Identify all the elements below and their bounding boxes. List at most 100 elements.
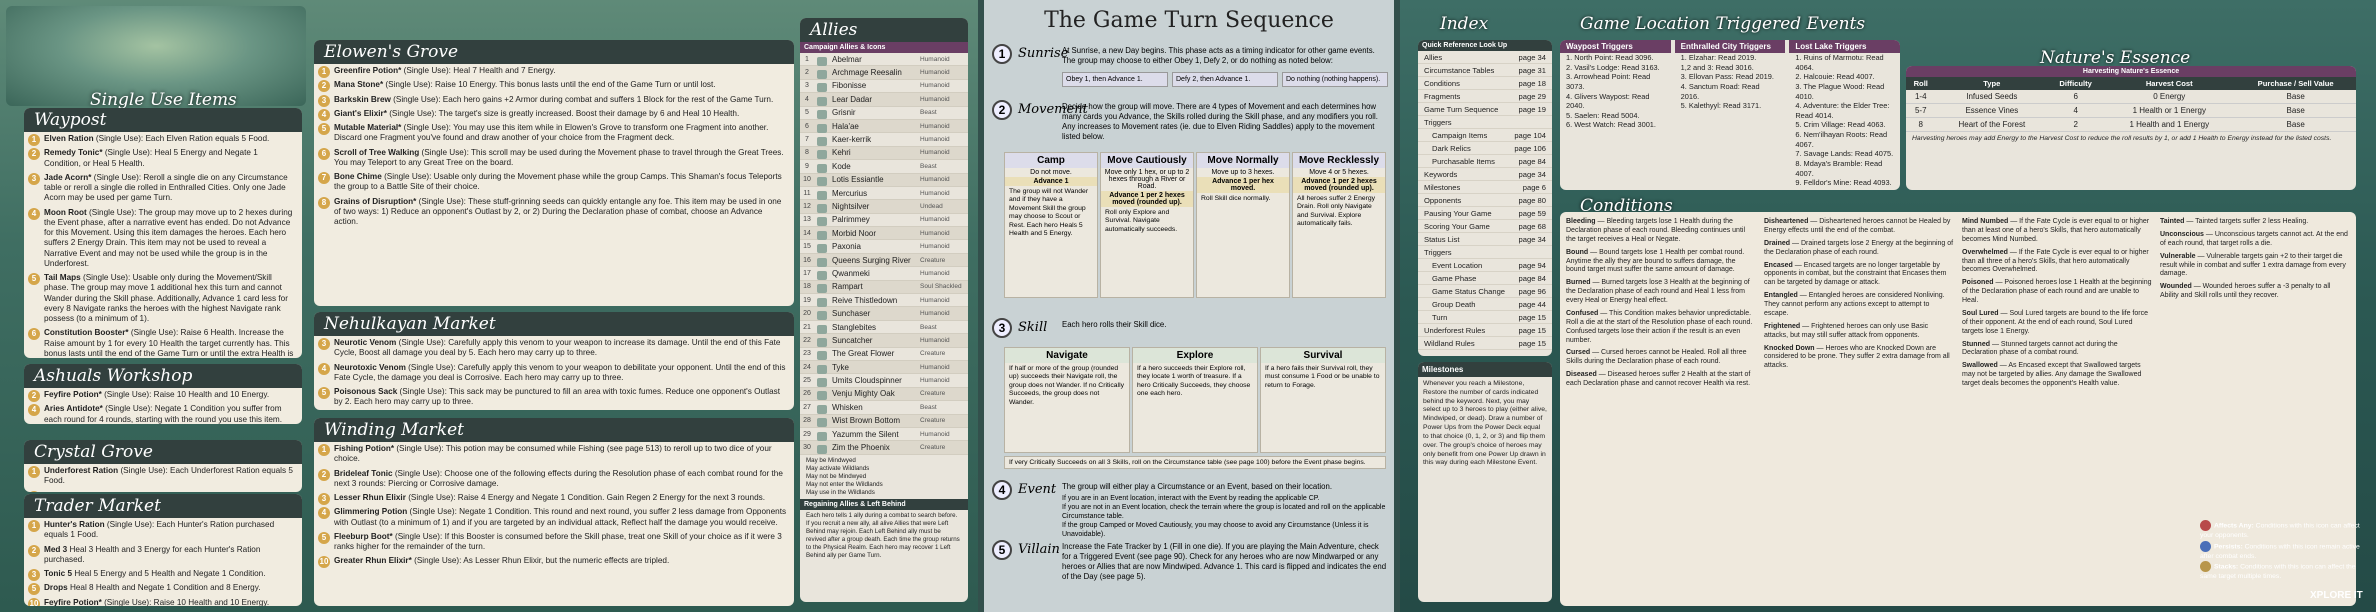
ally-row: 26 Venju Mighty Oak Creature xyxy=(800,387,968,402)
index-page: page 44 xyxy=(1518,299,1546,309)
essence-table: Roll Type Difficulty Harvest Cost Purchase /… xyxy=(1906,77,2356,132)
index-entry[interactable]: Turn page 15 xyxy=(1418,311,1552,324)
ally-legend-item: May activate Wildlands xyxy=(806,464,870,472)
condition-entry: Soul Lured — Soul Lured targets are boun… xyxy=(1962,309,2148,335)
option-obey: Obey 1, then Advance 1. xyxy=(1062,72,1168,87)
index-entry[interactable]: Triggers xyxy=(1418,246,1552,259)
waypost-title: Waypost xyxy=(24,108,302,132)
ally-name: Kode xyxy=(814,162,920,173)
item-text: Heal 8 Health and Negate 1 Condition and… xyxy=(69,583,261,593)
ally-row: 9 Kode Beast xyxy=(800,160,968,174)
essence-row: 5-7 Essence Vines 4 1 Health or 1 Energy Bas… xyxy=(1906,103,2356,118)
condition-name: Confused xyxy=(1566,309,1599,317)
index-label: Pausing Your Game xyxy=(1424,208,1492,218)
index-entry[interactable]: Opponents page 80 xyxy=(1418,194,1552,207)
option-defy: Defy 2, then Advance 1. xyxy=(1172,72,1278,87)
crystal-items: 1 Underforest Ration (Single Use): Each U… xyxy=(24,464,302,492)
index-entry[interactable]: Allies page 34 xyxy=(1418,51,1552,64)
legend-entry: Affects Any: Conditions with this icon c… xyxy=(2200,520,2370,541)
index-entry[interactable]: Event Location page 94 xyxy=(1418,259,1552,272)
item-name: Fishing Potion* xyxy=(334,444,395,453)
item-name: Glimmering Potion xyxy=(334,507,408,517)
condition-entry: Entangled — Entangled heroes are conside… xyxy=(1764,292,1945,317)
index-entry[interactable]: Status List page 34 xyxy=(1418,233,1552,246)
index-entry[interactable]: Fragments page 29 xyxy=(1418,90,1552,103)
trigger-entry: 1. Ruins of Marmotu: Read 4064. xyxy=(1795,53,1884,72)
ally-name: Venju Mighty Oak xyxy=(814,389,920,401)
ally-type: Humanoid xyxy=(920,430,950,438)
item-entry: 7 Bone Chime (Single Use): Usable only du… xyxy=(314,170,794,195)
ally-index: 8 xyxy=(805,149,809,157)
skill-rules: If a hero succeeds their Explore roll, t… xyxy=(1137,365,1251,398)
index-entry[interactable]: Pausing Your Game page 59 xyxy=(1418,207,1552,220)
index-entry[interactable]: Milestones page 6 xyxy=(1418,181,1552,194)
ally-type: Creature xyxy=(920,256,946,264)
movement-name: Move Cautiously xyxy=(1101,153,1193,168)
index-entry[interactable]: Keywords page 34 xyxy=(1418,168,1552,181)
index-entry[interactable]: Group Death page 44 xyxy=(1418,298,1552,311)
item-text: (Single Use): Raise 10 Health and 10 Ene… xyxy=(104,390,270,399)
index-entry[interactable]: Circumstance Tables page 31 xyxy=(1418,64,1552,77)
item-name: Ancient Gold xyxy=(44,491,95,493)
item-entry: 1 Underforest Ration (Single Use): Each U… xyxy=(24,464,302,489)
trader-items: 1 Hunter's Ration (Single Use): Each Hunt… xyxy=(24,518,302,606)
trader-title: Trader Market xyxy=(24,494,302,518)
item-entry: 6 Scroll of Tree Walking (Single Use): Th… xyxy=(314,146,794,171)
essence-row: 8 Heart of the Forest 2 1 Health and 1 Ener… xyxy=(1906,117,2356,132)
item-entry: 3 Barkskin Brew (Single Use): Each hero g… xyxy=(314,93,794,107)
allies-legend: May be Mindwyed May activate Wildlands May… xyxy=(800,455,968,499)
essence-cell-val: Base xyxy=(2235,90,2356,104)
ally-legend-item: May be Mindwyed xyxy=(806,456,856,464)
ally-row: 13 Palrimmey Humanoid xyxy=(800,214,968,228)
item-entry: 1 Hunter's Ration (Single Use): Each Hunt… xyxy=(24,518,302,543)
condition-entry: Drained — Drained targets lose 2 Energy … xyxy=(1764,239,1954,256)
item-name: Hunter's Ration xyxy=(44,520,105,529)
ally-row: 22 Suncatcher Humanoid xyxy=(800,334,968,348)
trigger-entry: 6. West Watch: Read 3001. xyxy=(1566,120,1656,130)
trigger-entry: 1. Elzahar: Read 2019. xyxy=(1680,53,1757,62)
index-entry[interactable]: Underforest Rules page 15 xyxy=(1418,324,1552,337)
index-entry[interactable]: Campaign Items page 104 xyxy=(1418,129,1552,142)
step-event: 4 Event The group will either play a Cir… xyxy=(992,480,1392,540)
ally-name: Lear Dadar xyxy=(814,95,920,106)
index-entry[interactable]: Scoring Your Game page 68 xyxy=(1418,220,1552,233)
index-entry[interactable]: Purchasable Items page 84 xyxy=(1418,155,1552,168)
index-entry[interactable]: Dark Relics page 106 xyxy=(1418,142,1552,155)
index-label: Fragments xyxy=(1424,91,1461,101)
index-entry[interactable]: Triggers xyxy=(1418,116,1552,129)
ally-name: Grisnir xyxy=(814,108,920,120)
item-cost-badge: 5 xyxy=(28,273,40,285)
movement-range: Do not move. xyxy=(1030,169,1072,176)
index-entry[interactable]: Game Status Change page 96 xyxy=(1418,285,1552,298)
condition-entry: Diseased — Diseased heroes suffer 2 Heal… xyxy=(1566,371,1751,387)
crystal-title: Crystal Grove xyxy=(24,440,302,464)
index-entry[interactable]: Conditions page 18 xyxy=(1418,77,1552,90)
ally-name: Wist Brown Bottom xyxy=(814,416,920,428)
essence-title: Nature's Essence xyxy=(2040,48,2191,68)
item-name: Neurotoxic Venom xyxy=(334,362,406,372)
step-name: Event xyxy=(1018,482,1057,497)
ally-name: Morbid Noor xyxy=(814,229,920,240)
item-name: Constitution Booster* xyxy=(44,328,129,338)
item-name: Elven Ration xyxy=(44,134,94,143)
condition-text: Bound targets lose 1 Health per combat r… xyxy=(1566,248,1745,274)
index-entry[interactable]: Game Turn Sequence page 19 xyxy=(1418,103,1552,116)
ally-type: Beast xyxy=(920,323,937,331)
item-name: Giant's Elixir* xyxy=(334,108,387,118)
trigger-group-title: Waypost Triggers xyxy=(1560,40,1671,53)
ally-name: Sunchaser xyxy=(814,309,920,321)
single-use-title: Single Use Items xyxy=(90,90,237,110)
essence-row: 1-4 Infused Seeds 6 0 Energy Base xyxy=(1906,90,2356,104)
ally-type: Humanoid xyxy=(920,310,950,318)
item-name: Feyfire Potion* xyxy=(44,390,102,399)
ally-type: Humanoid xyxy=(920,95,950,103)
ally-name: Zim the Phoenix xyxy=(814,443,920,455)
condition-entry: Swallowed — As Encased except that Swall… xyxy=(1962,362,2142,387)
essence-cell-diff: 6 xyxy=(2048,90,2104,104)
index-entry[interactable]: Game Phase page 84 xyxy=(1418,272,1552,285)
item-entry: 4 Giant's Elixir* (Single Use): The targe… xyxy=(314,107,794,121)
item-name: Greenfire Potion* xyxy=(334,66,402,75)
index-label: Game Turn Sequence xyxy=(1424,104,1499,114)
ally-name: Lotis Essiantle xyxy=(814,175,920,187)
index-entry[interactable]: Wildland Rules page 15 xyxy=(1418,337,1552,350)
